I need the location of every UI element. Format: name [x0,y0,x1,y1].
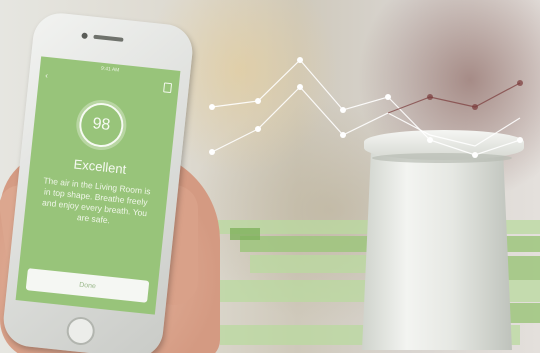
graph-point [472,152,478,158]
air-quality-message: The air in the Living Room is in top sha… [41,175,152,226]
graph-point [427,137,433,143]
graph-line-dark [387,82,521,114]
marketing-scene: 9:41 AM ‹ 98 Excellent The air in the Li… [0,0,540,353]
graph-point [427,94,433,100]
graph-point [255,98,261,104]
graph-point [255,126,261,132]
graph-point [340,107,346,113]
air-quality-score: 98 [91,115,112,134]
done-button[interactable]: Done [25,268,150,303]
graph-point [297,84,303,90]
graph-point [517,137,523,143]
status-bar-time: 9:41 AM [100,65,120,74]
front-camera-icon [81,32,88,40]
speaker-grille [93,34,124,42]
air-quality-score-ring: 98 [77,100,126,150]
graph-point [385,94,391,100]
graph-point [340,132,346,138]
share-icon[interactable] [163,82,173,94]
app-screen: 9:41 AM ‹ 98 Excellent The air in the Li… [15,56,181,315]
graph-line-lower [211,86,521,153]
graph-point [472,104,478,110]
back-arrow-icon[interactable]: ‹ [45,71,49,80]
graph-point [297,57,303,63]
home-button[interactable] [65,315,97,347]
graph-point [209,149,215,155]
smartphone: 9:41 AM ‹ 98 Excellent The air in the Li… [0,10,196,353]
graph-point [209,104,215,110]
graph-point [517,80,523,86]
